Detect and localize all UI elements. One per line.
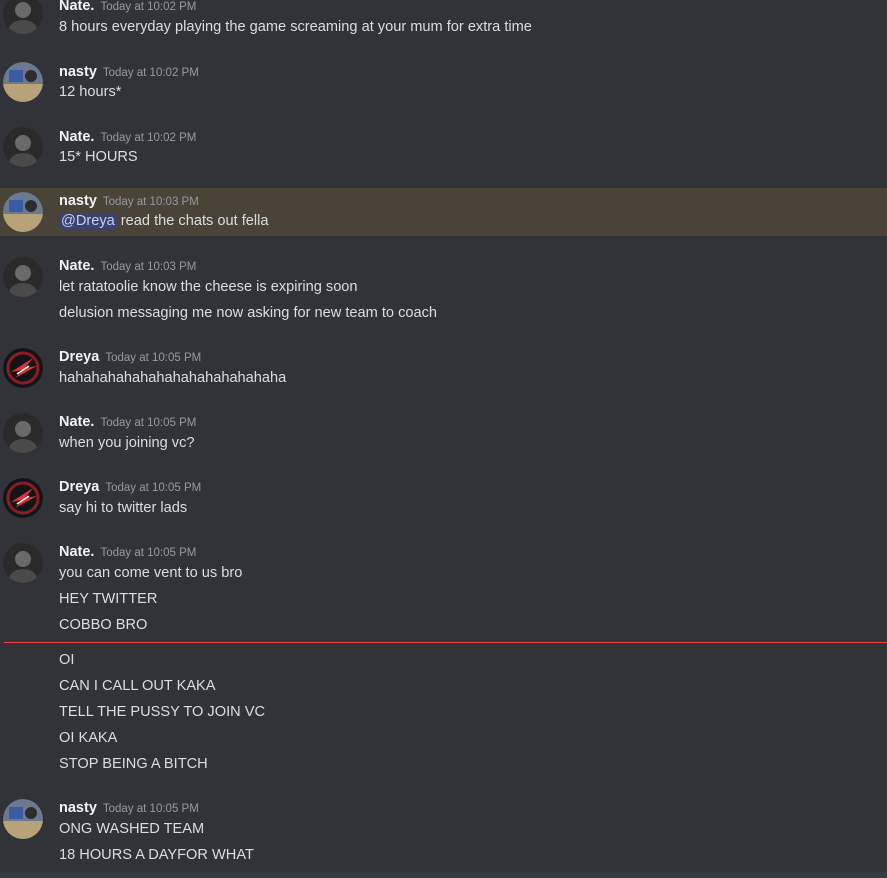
username[interactable]: Nate.: [59, 258, 94, 274]
timestamp: Today at 10:02 PM: [100, 132, 197, 144]
avatar-nate[interactable]: [3, 0, 43, 34]
username[interactable]: Nate.: [59, 129, 94, 145]
message-text: delusion messaging me now asking for new…: [59, 305, 438, 321]
message-text: OI: [59, 652, 75, 668]
user-mention[interactable]: @Dreya: [59, 213, 117, 229]
message-group: Dreya Today at 10:05 PM say hi to twitter…: [0, 476, 887, 526]
username[interactable]: nasty: [59, 800, 97, 816]
message-header: Nate. Today at 10:02 PM: [59, 128, 196, 146]
message-header: Dreya Today at 10:05 PM: [59, 478, 201, 496]
message-group: Nate. Today at 10:03 PM let ratatoolie kn…: [0, 255, 887, 327]
message-header: Nate. Today at 10:03 PM: [59, 257, 196, 275]
timestamp: Today at 10:05 PM: [100, 547, 197, 559]
timestamp: Today at 10:05 PM: [105, 482, 202, 494]
avatar-nate[interactable]: [3, 413, 43, 453]
message-header: Nate. Today at 10:02 PM: [59, 0, 196, 15]
message-text: COBBO BRO: [59, 617, 148, 633]
chat-message-list[interactable]: Nate. Today at 10:02 PM 8 hours everyday …: [0, 0, 887, 878]
avatar-dreya[interactable]: [3, 478, 43, 518]
message-text: 12 hours*: [59, 84, 122, 100]
message-text: ONG WASHED TEAM: [59, 821, 205, 837]
username[interactable]: nasty: [59, 64, 97, 80]
new-messages-divider: [4, 642, 887, 643]
message-text: hahahahahahahahahahahahahaha: [59, 370, 287, 386]
message-group: nasty Today at 10:02 PM 12 hours*: [0, 60, 887, 110]
avatar-nasty[interactable]: [3, 192, 43, 232]
timestamp: Today at 10:03 PM: [102, 196, 199, 208]
username[interactable]: Nate.: [59, 414, 94, 430]
avatar-dreya[interactable]: [3, 348, 43, 388]
message-group: Nate. Today at 10:05 PM when you joining …: [0, 411, 887, 461]
message-input-edge[interactable]: [0, 872, 887, 878]
timestamp: Today at 10:05 PM: [105, 352, 202, 364]
message-group: Nate. Today at 10:02 PM 8 hours everyday …: [0, 0, 887, 45]
message-header: nasty Today at 10:02 PM: [59, 63, 199, 81]
message-text: say hi to twitter lads: [59, 500, 188, 516]
avatar-nate[interactable]: [3, 257, 43, 297]
timestamp: Today at 10:05 PM: [100, 417, 197, 429]
message-text-rest: read the chats out fella: [116, 213, 269, 229]
username[interactable]: Dreya: [59, 349, 99, 365]
message-text: 8 hours everyday playing the game scream…: [59, 19, 532, 35]
avatar-nasty[interactable]: [3, 62, 43, 102]
message-text: OI KAKA: [59, 730, 118, 746]
message-text: HEY TWITTER: [59, 591, 158, 607]
username[interactable]: Nate.: [59, 544, 94, 560]
timestamp: Today at 10:02 PM: [102, 67, 199, 79]
timestamp: Today at 10:02 PM: [100, 1, 197, 13]
message-text: @Dreya read the chats out fella: [59, 213, 268, 229]
message-header: Nate. Today at 10:05 PM: [59, 543, 196, 561]
message-text: CAN I CALL OUT KAKA: [59, 678, 216, 694]
message-header: Nate. Today at 10:05 PM: [59, 413, 196, 431]
message-header: nasty Today at 10:05 PM: [59, 799, 199, 817]
message-group: Dreya Today at 10:05 PM hahahahahahahahah…: [0, 346, 887, 396]
message-text: TELL THE PUSSY TO JOIN VC: [59, 704, 266, 720]
message-group: nasty Today at 10:05 PM ONG WASHED TEAM 1…: [0, 797, 887, 872]
avatar-nasty[interactable]: [3, 799, 43, 839]
message-group: Nate. Today at 10:02 PM 15* HOURS: [0, 125, 887, 175]
timestamp: Today at 10:05 PM: [102, 803, 199, 815]
message-text: let ratatoolie know the cheese is expiri…: [59, 279, 358, 295]
message-group-mentioned: nasty Today at 10:03 PM @Dreya read the c…: [0, 188, 887, 236]
message-text: STOP BEING A BITCH: [59, 756, 208, 772]
message-text: you can come vent to us bro: [59, 565, 243, 581]
message-header: Dreya Today at 10:05 PM: [59, 348, 201, 366]
message-group: Nate. Today at 10:05 PM you can come vent…: [0, 541, 887, 781]
username[interactable]: Dreya: [59, 479, 99, 495]
avatar-nate[interactable]: [3, 127, 43, 167]
username[interactable]: nasty: [59, 193, 97, 209]
message-header: nasty Today at 10:03 PM: [59, 192, 199, 210]
timestamp: Today at 10:03 PM: [100, 261, 197, 273]
avatar-nate[interactable]: [3, 543, 43, 583]
username[interactable]: Nate.: [59, 0, 94, 14]
message-text: 15* HOURS: [59, 149, 138, 165]
message-text: when you joining vc?: [59, 435, 195, 451]
message-text: 18 HOURS A DAYFOR WHAT: [59, 847, 254, 863]
